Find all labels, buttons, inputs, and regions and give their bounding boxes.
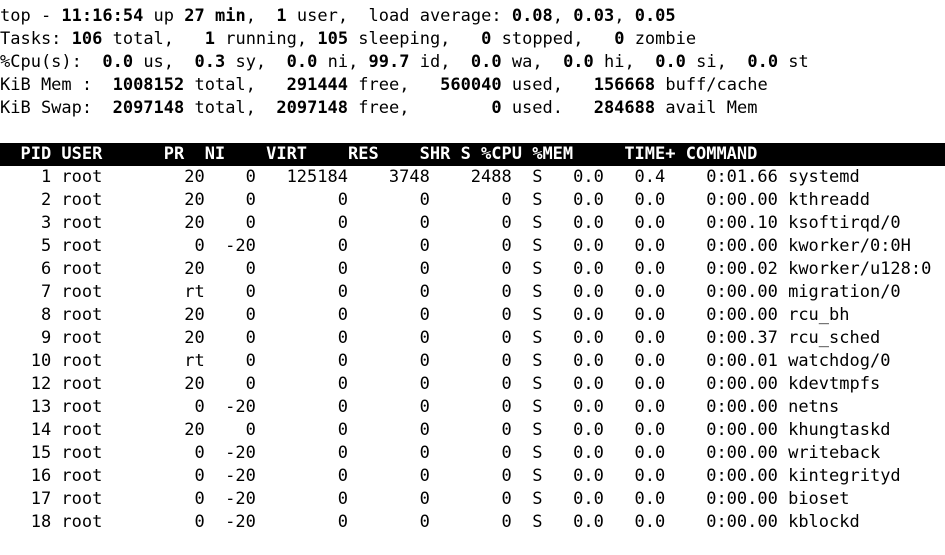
terminal-window[interactable]: top - 11:16:54 up 27 min, 1 user, load a… xyxy=(0,0,945,555)
memory-line: KiB Mem : 1008152 total, 291444 free, 56… xyxy=(0,74,945,97)
process-row[interactable]: 16 root 0 -20 0 0 0 S 0.0 0.0 0:00.00 ki… xyxy=(0,465,945,488)
blank-separator-line xyxy=(0,120,945,143)
process-table-body[interactable]: 1 root 20 0 125184 3748 2488 S 0.0 0.4 0… xyxy=(0,166,945,534)
process-row[interactable]: 2 root 20 0 0 0 0 S 0.0 0.0 0:00.00 kthr… xyxy=(0,189,945,212)
uptime-line-text: top - 11:16:54 up 27 min, 1 user, load a… xyxy=(0,6,676,26)
top-summary-panel: top - 11:16:54 up 27 min, 1 user, load a… xyxy=(0,0,945,120)
process-row[interactable]: 5 root 0 -20 0 0 0 S 0.0 0.0 0:00.00 kwo… xyxy=(0,235,945,258)
memory-line-text: KiB Mem : 1008152 total, 291444 free, 56… xyxy=(0,75,768,95)
process-row[interactable]: 8 root 20 0 0 0 0 S 0.0 0.0 0:00.00 rcu_… xyxy=(0,304,945,327)
swap-line-text: KiB Swap: 2097148 total, 2097148 free, 0… xyxy=(0,98,758,118)
process-row[interactable]: 18 root 0 -20 0 0 0 S 0.0 0.0 0:00.00 kb… xyxy=(0,511,945,534)
cpu-line: %Cpu(s): 0.0 us, 0.3 sy, 0.0 ni, 99.7 id… xyxy=(0,51,945,74)
tasks-line-text: Tasks: 106 total, 1 running, 105 sleepin… xyxy=(0,29,697,49)
process-row[interactable]: 9 root 20 0 0 0 0 S 0.0 0.0 0:00.37 rcu_… xyxy=(0,327,945,350)
process-table-header[interactable]: PID USER PR NI VIRT RES SHR S %CPU %MEM … xyxy=(0,143,945,166)
process-row[interactable]: 17 root 0 -20 0 0 0 S 0.0 0.0 0:00.00 bi… xyxy=(0,488,945,511)
process-row[interactable]: 6 root 20 0 0 0 0 S 0.0 0.0 0:00.02 kwor… xyxy=(0,258,945,281)
swap-line: KiB Swap: 2097148 total, 2097148 free, 0… xyxy=(0,97,945,120)
process-row[interactable]: 15 root 0 -20 0 0 0 S 0.0 0.0 0:00.00 wr… xyxy=(0,442,945,465)
process-row[interactable]: 3 root 20 0 0 0 0 S 0.0 0.0 0:00.10 ksof… xyxy=(0,212,945,235)
tasks-line: Tasks: 106 total, 1 running, 105 sleepin… xyxy=(0,28,945,51)
uptime-line: top - 11:16:54 up 27 min, 1 user, load a… xyxy=(0,5,945,28)
process-row[interactable]: 1 root 20 0 125184 3748 2488 S 0.0 0.4 0… xyxy=(0,166,945,189)
process-row[interactable]: 7 root rt 0 0 0 0 S 0.0 0.0 0:00.00 migr… xyxy=(0,281,945,304)
process-row[interactable]: 14 root 20 0 0 0 0 S 0.0 0.0 0:00.00 khu… xyxy=(0,419,945,442)
process-row[interactable]: 10 root rt 0 0 0 0 S 0.0 0.0 0:00.01 wat… xyxy=(0,350,945,373)
cpu-line-text: %Cpu(s): 0.0 us, 0.3 sy, 0.0 ni, 99.7 id… xyxy=(0,52,809,72)
process-row[interactable]: 13 root 0 -20 0 0 0 S 0.0 0.0 0:00.00 ne… xyxy=(0,396,945,419)
process-row[interactable]: 12 root 20 0 0 0 0 S 0.0 0.0 0:00.00 kde… xyxy=(0,373,945,396)
